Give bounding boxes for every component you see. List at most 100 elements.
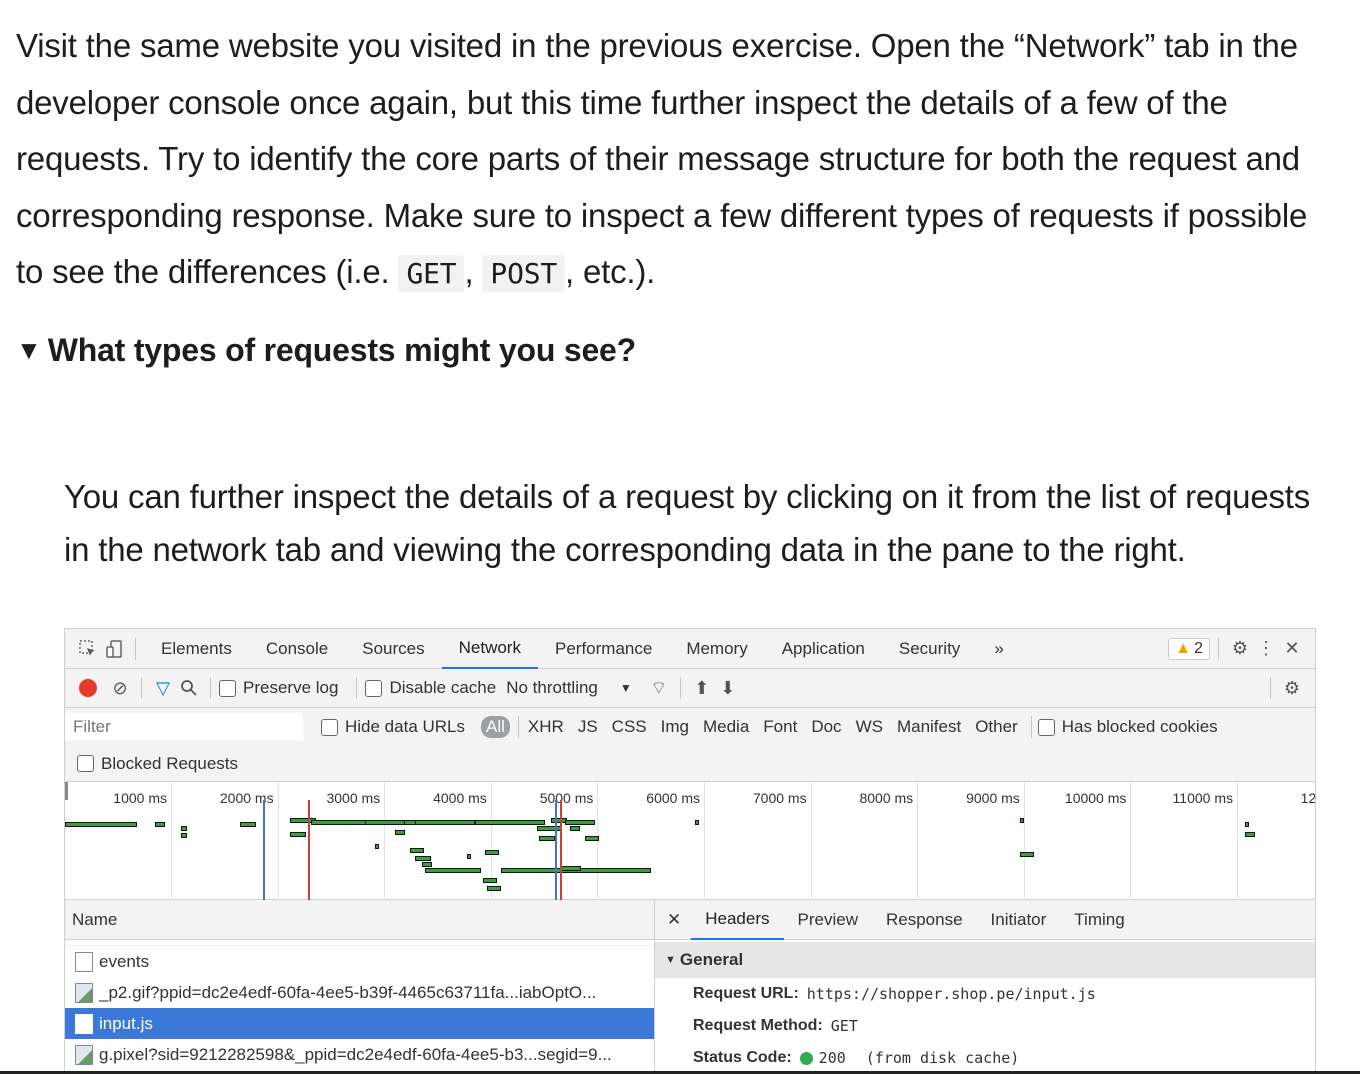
filter-js[interactable]: JS [571,717,605,737]
request-detail-pane: ✕ Headers Preview Response Initiator Tim… [655,900,1315,1073]
tab-network[interactable]: Network [441,629,538,669]
inspect-element-icon[interactable] [75,636,101,662]
has-blocked-cookies-checkbox[interactable]: Has blocked cookies [1037,717,1218,737]
clear-icon[interactable]: ⊘ [107,675,133,701]
disable-cache-checkbox[interactable]: Disable cache [365,678,496,698]
tab-label: Security [898,638,961,658]
timeline-request-bar [155,822,165,827]
search-icon[interactable] [176,675,202,701]
request-row-g-pixel[interactable]: g.pixel?sid=9212282598&_ppid=dc2e4edf-60… [65,1039,654,1070]
status-code-row: Status Code: 200 (from disk cache) [655,1042,1315,1073]
close-detail-icon[interactable]: ✕ [655,900,691,940]
general-section-toggle[interactable]: ▼ General [655,942,1315,978]
timeline-request-bar [565,820,595,825]
filter-all[interactable]: All [481,716,510,738]
checkbox[interactable] [321,718,338,736]
tab-initiator[interactable]: Initiator [977,900,1061,940]
import-har-icon[interactable]: ⬆ [689,675,715,701]
timeline-event-marker [560,800,562,900]
filter-input[interactable] [65,713,303,741]
network-settings-gear-icon[interactable]: ⚙ [1279,675,1305,701]
checkbox[interactable] [77,755,94,772]
tab-timing[interactable]: Timing [1060,900,1138,940]
filter-doc[interactable]: Doc [804,717,848,737]
tab-console[interactable]: Console [249,629,345,669]
request-row-events[interactable]: events [65,946,654,977]
tab-sources[interactable]: Sources [345,629,441,669]
tab-label: Network [458,637,521,657]
timeline-request-bar [485,850,499,855]
record-button[interactable] [75,675,101,701]
request-row-p2-gif[interactable]: _p2.gif?ppid=dc2e4edf-60fa-4ee5-b39f-446… [65,977,654,1008]
devtools-tabbar: Elements Console Sources Network Perform… [65,629,1315,669]
tab-headers[interactable]: Headers [691,900,784,940]
throttling-select[interactable]: No throttling ▼ [506,678,632,698]
timeline-request-bar [1020,818,1024,823]
timeline-request-bar [1020,852,1034,857]
filter-other[interactable]: Other [968,717,1025,737]
timeline-tick-label: 10000 ms [1064,790,1127,806]
request-name: events [99,951,150,971]
request-row-input-js[interactable]: input.js [65,1008,654,1039]
tab-security[interactable]: Security [882,629,977,669]
intro-comma: , [464,253,483,290]
checkbox[interactable] [1037,718,1055,736]
filter-funnel-icon[interactable]: ▽ [150,675,176,701]
image-file-icon [75,982,93,1003]
timeline-request-bar [487,886,501,891]
timeline-request-bar [537,826,561,831]
filter-xhr[interactable]: XHR [521,717,571,737]
request-name: input.js [99,1013,153,1033]
tab-application[interactable]: Application [765,629,882,669]
blocked-requests-checkbox[interactable]: Blocked Requests [77,754,238,774]
tab-preview[interactable]: Preview [784,900,872,940]
filter-media[interactable]: Media [696,717,756,737]
timeline-request-bar [570,826,580,831]
preserve-log-checkbox[interactable]: Preserve log [219,678,338,698]
timeline-request-bar [375,844,379,849]
timeline-request-bar [561,866,581,871]
filter-img[interactable]: Img [654,717,696,737]
name-column-header[interactable]: Name [65,900,654,940]
timeline-request-bar [181,833,187,838]
timeline-tick-label: 7000 ms [752,790,807,806]
filter-ws[interactable]: WS [849,717,890,737]
settings-gear-icon[interactable]: ⚙ [1227,636,1253,662]
inspect-paragraph: You can further inspect the details of a… [64,478,1311,568]
request-types-toggle[interactable]: ▼ What types of requests might you see? [16,332,636,369]
filter-manifest[interactable]: Manifest [890,717,968,737]
checkbox[interactable] [219,679,236,697]
filter-font[interactable]: Font [756,717,804,737]
timeline-gridline [384,782,386,900]
network-conditions-icon[interactable]: ⌔ [646,675,672,701]
more-tabs-button[interactable]: » [977,629,1020,669]
export-har-icon[interactable]: ⬇ [715,675,741,701]
warnings-badge[interactable]: ▲ 2 [1168,637,1210,660]
timeline-event-marker [555,800,557,900]
hide-data-urls-checkbox[interactable]: Hide data URLs [321,717,465,737]
chevron-down-icon: ▼ [619,681,632,695]
close-devtools-icon[interactable]: ✕ [1279,636,1305,662]
code-get: GET [398,255,465,292]
timeline-gridline [1237,782,1238,900]
tab-label: Performance [554,638,653,658]
timeline-gridline [810,782,812,900]
timeline-tick-label: 11000 ms [1172,790,1233,806]
tab-elements[interactable]: Elements [144,629,249,669]
request-method-value: GET [830,1017,858,1035]
tab-memory[interactable]: Memory [669,629,764,669]
checkbox[interactable] [365,679,383,697]
tab-label: Memory [686,638,748,658]
timeline-tick-label: 1000 ms [113,790,167,806]
network-timeline-overview[interactable]: 1000 ms 2000 ms 3000 ms 4000 ms 5000 ms 6000 … [65,782,1315,900]
kebab-menu-icon[interactable]: ⋮ [1253,636,1279,662]
timeline-tick-label: 6000 ms [646,790,700,806]
filter-css[interactable]: CSS [605,717,654,737]
tab-response[interactable]: Response [872,900,977,940]
device-toolbar-icon[interactable] [101,636,127,662]
timeline-request-bar [365,820,405,825]
timeline-request-bar [1245,832,1255,837]
tab-performance[interactable]: Performance [538,629,669,669]
timeline-request-bar [585,836,599,841]
timeline-request-bar [483,878,497,883]
